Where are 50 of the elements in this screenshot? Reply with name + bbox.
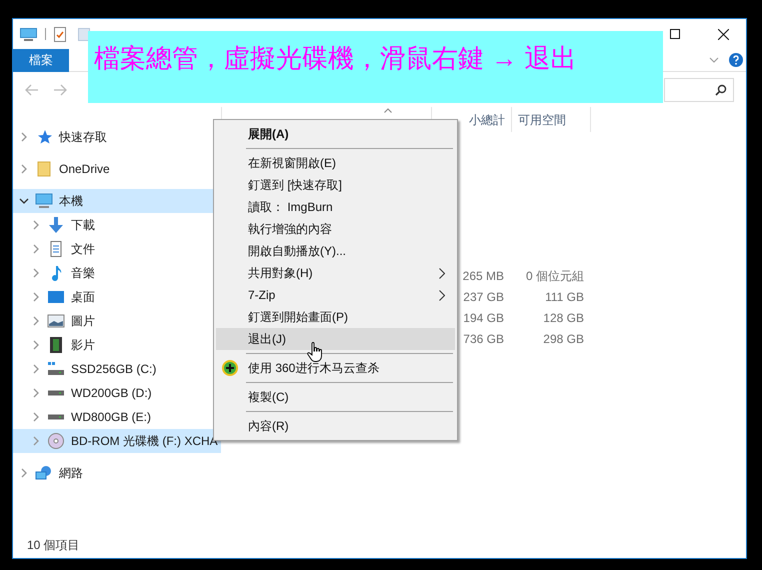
maximize-icon[interactable] (670, 29, 680, 39)
status-text: 10 個項目 (27, 537, 80, 554)
table-cell-text: 265 MB (462, 268, 504, 284)
table-cell-text: 736 GB (462, 330, 504, 348)
table-cell-text: 0 個位元組 (524, 268, 584, 284)
search-icon (715, 84, 727, 96)
table-cell-text: 111 GB (544, 288, 584, 306)
chevron-right-icon[interactable] (19, 132, 29, 142)
chevron-right-icon[interactable] (31, 436, 41, 446)
column-header[interactable]: 可用空間 (518, 110, 566, 128)
table-cell-text: 128 GB (542, 310, 584, 326)
hand-cursor-icon (307, 342, 323, 362)
sort-caret-icon (384, 108, 392, 113)
search-field[interactable] (664, 78, 734, 102)
desktop-icon (47, 289, 65, 305)
network-icon (35, 465, 53, 481)
menu-item[interactable]: 退出(J) (216, 328, 455, 350)
chevron-right-icon[interactable] (31, 316, 41, 326)
chevron-right-icon[interactable] (31, 364, 41, 374)
table-cell-text: 237 GB (462, 288, 504, 306)
download-arrow-icon (47, 217, 65, 233)
chevron-right-icon[interactable] (31, 244, 41, 254)
drive-icon (47, 414, 65, 420)
computer-icon[interactable] (20, 28, 37, 40)
chevron-right-icon[interactable] (19, 164, 29, 174)
chevron-right-icon[interactable] (31, 292, 41, 302)
back-arrow-icon[interactable] (25, 84, 39, 96)
drive-icon (47, 390, 65, 396)
chevron-down-icon[interactable] (19, 196, 29, 206)
chevron-right-icon[interactable] (31, 388, 41, 398)
folder-icon (35, 161, 53, 177)
chevron-right-icon[interactable] (31, 220, 41, 230)
chevron-right-icon[interactable] (19, 468, 29, 478)
disc-icon (47, 433, 65, 449)
caption-banner: 檔案總管，虛擬光碟機，滑鼠右鍵 → 退出 (88, 31, 663, 103)
ribbon-tab[interactable]: 檔案 (13, 48, 69, 72)
nav-item[interactable]: 網路 (13, 461, 221, 485)
computer-icon (35, 193, 53, 209)
forward-arrow-icon[interactable] (53, 84, 67, 96)
film-icon (47, 337, 65, 353)
close-icon[interactable] (718, 28, 729, 40)
help-icon[interactable] (729, 53, 743, 67)
table-cell-text: 298 GB (542, 330, 584, 348)
drive-icon (47, 361, 65, 377)
chevron-right-icon[interactable] (31, 268, 41, 278)
table-cell-text: 194 GB (462, 310, 504, 326)
chevron-right-icon[interactable] (31, 412, 41, 422)
picture-icon (47, 313, 65, 329)
chevron-right-icon[interactable] (31, 340, 41, 350)
column-header[interactable]: 小總計 (469, 110, 505, 128)
